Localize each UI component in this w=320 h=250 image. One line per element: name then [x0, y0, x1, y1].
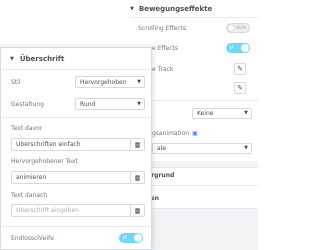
animation-speed-select[interactable]: ale ▼ [152, 143, 252, 154]
caret-down-icon: ▼ [137, 101, 141, 107]
mouse-track-edit-button[interactable]: ✎ [234, 63, 246, 75]
scrolling-effects-toggle[interactable]: NEIN [226, 23, 250, 33]
divider [1, 117, 151, 118]
loop-toggle[interactable]: JA [119, 233, 143, 243]
database-icon [135, 207, 140, 214]
mouse-effects-toggle[interactable]: JA [226, 43, 250, 53]
pencil-icon: ✎ [237, 84, 243, 92]
database-icon [135, 141, 140, 148]
toggle-knob [134, 234, 142, 242]
popover-title: Überschrift [19, 54, 65, 63]
mouse-track-label: e Track [152, 66, 174, 73]
toggle-label: JA [230, 45, 234, 50]
tilt-edit-button[interactable]: ✎ [234, 82, 246, 94]
entrance-animation-select[interactable]: Keine ▼ [192, 108, 252, 119]
select-value: ale [157, 145, 167, 152]
text-after-field[interactable] [11, 204, 145, 217]
shape-label: Gestaltung [11, 101, 44, 108]
divider [130, 17, 258, 18]
toggle-knob [228, 25, 234, 31]
popover-header[interactable]: ▼ Überschrift [1, 48, 151, 70]
heading-settings-popover: ▼ Überschrift Stil Hervorgehoben ▼ Gesta… [0, 47, 152, 250]
style-select[interactable]: Hervorgehoben ▼ [75, 76, 145, 88]
scrolling-effects-label: Scrolling Effects [138, 25, 187, 32]
mouse-effects-label: e Effects [152, 45, 178, 52]
toggle-label: NEIN [236, 25, 246, 30]
text-before-input[interactable] [12, 139, 130, 150]
caret-down-icon: ▼ [137, 79, 141, 85]
entrance-animation-label: gsanimation ▣ [152, 130, 198, 137]
highlighted-text-label: Hervorgehobener Text [11, 158, 78, 165]
text-before-label: Text davor [11, 125, 43, 132]
text-before-field[interactable] [11, 138, 145, 151]
caret-down-icon: ▼ [130, 6, 134, 12]
caret-down-icon: ▼ [244, 145, 248, 151]
motion-effects-section-header[interactable]: ▼ Bewegungseffekte [130, 2, 258, 16]
database-icon [135, 174, 140, 181]
toggle-label: JA [123, 235, 127, 240]
section-title: Bewegungseffekte [138, 5, 213, 13]
caret-down-icon: ▼ [10, 55, 14, 62]
select-value: Hervorgehoben [80, 78, 127, 86]
entrance-label-text: gsanimation [152, 130, 190, 137]
highlighted-text-field[interactable] [11, 171, 145, 184]
shape-select[interactable]: Rund ▼ [75, 98, 145, 110]
loop-label: Endlosschleife [11, 235, 54, 242]
style-label: Stil [11, 79, 21, 86]
divider [1, 226, 151, 227]
dynamic-tags-button[interactable] [130, 139, 144, 150]
dynamic-tags-button[interactable] [130, 172, 144, 183]
caret-down-icon: ▼ [244, 110, 248, 116]
select-value: Rund [80, 100, 96, 108]
dynamic-tags-button[interactable] [130, 205, 144, 216]
toggle-knob [241, 44, 249, 52]
monitor-icon[interactable]: ▣ [192, 130, 198, 137]
text-after-label: Text danach [11, 192, 48, 199]
highlighted-text-input[interactable] [12, 172, 130, 183]
select-value: Keine [197, 110, 214, 117]
pencil-icon: ✎ [237, 65, 243, 73]
text-after-input[interactable] [12, 205, 130, 216]
